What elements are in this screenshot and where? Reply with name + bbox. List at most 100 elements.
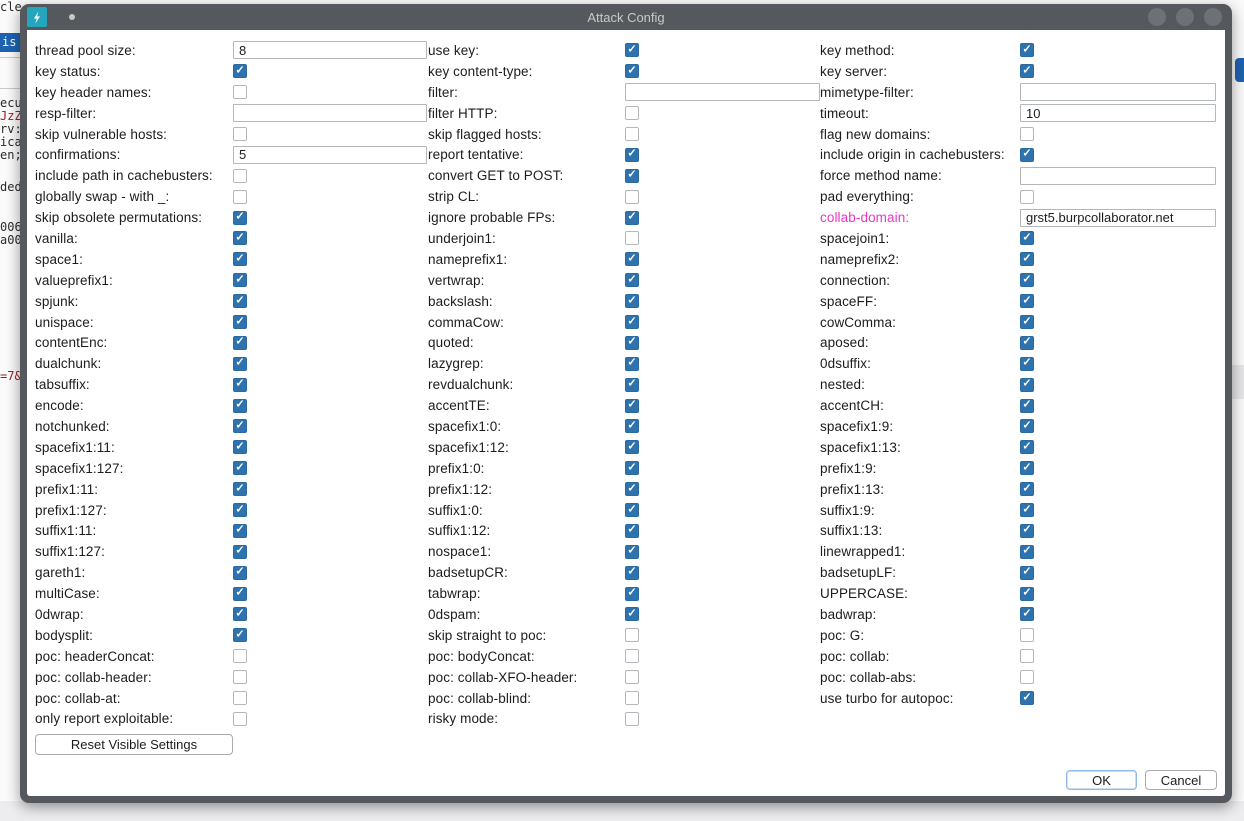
filter-http-checkbox[interactable] bbox=[625, 106, 639, 120]
resp-filter-input[interactable] bbox=[233, 104, 427, 122]
only-report-exploitable-checkbox[interactable] bbox=[233, 712, 247, 726]
vertwrap-checkbox[interactable] bbox=[625, 273, 639, 287]
suffix1-127-checkbox[interactable] bbox=[233, 545, 247, 559]
spjunk-checkbox[interactable] bbox=[233, 294, 247, 308]
key-status-checkbox[interactable] bbox=[233, 64, 247, 78]
risky-mode-checkbox[interactable] bbox=[625, 712, 639, 726]
filter-input[interactable] bbox=[625, 83, 820, 101]
tabwrap-checkbox[interactable] bbox=[625, 587, 639, 601]
prefix1-0-checkbox[interactable] bbox=[625, 461, 639, 475]
space1-checkbox[interactable] bbox=[233, 252, 247, 266]
collab-domain-input[interactable] bbox=[1020, 209, 1216, 227]
badsetupcr-checkbox[interactable] bbox=[625, 566, 639, 580]
report-tentative-checkbox[interactable] bbox=[625, 148, 639, 162]
timeout-input[interactable] bbox=[1020, 104, 1216, 122]
poc-collab-at-checkbox[interactable] bbox=[233, 691, 247, 705]
key-content-type-checkbox[interactable] bbox=[625, 64, 639, 78]
suffix1-11-checkbox[interactable] bbox=[233, 524, 247, 538]
flag-new-domains-checkbox[interactable] bbox=[1020, 127, 1034, 141]
suffix1-9-checkbox[interactable] bbox=[1020, 503, 1034, 517]
poc-headerconcat-checkbox[interactable] bbox=[233, 649, 247, 663]
force-method-name-input[interactable] bbox=[1020, 167, 1216, 185]
nameprefix1-checkbox[interactable] bbox=[625, 252, 639, 266]
nested-checkbox[interactable] bbox=[1020, 378, 1034, 392]
nameprefix2-checkbox[interactable] bbox=[1020, 252, 1034, 266]
backslash-checkbox[interactable] bbox=[625, 294, 639, 308]
use-key-checkbox[interactable] bbox=[625, 43, 639, 57]
quoted-checkbox[interactable] bbox=[625, 336, 639, 350]
mimetype-filter-input[interactable] bbox=[1020, 83, 1216, 101]
poc-collab-xfo-header-checkbox[interactable] bbox=[625, 670, 639, 684]
skip-flagged-hosts-checkbox[interactable] bbox=[625, 127, 639, 141]
connection-checkbox[interactable] bbox=[1020, 273, 1034, 287]
confirmations-input[interactable] bbox=[233, 146, 427, 164]
poc-collab-checkbox[interactable] bbox=[1020, 649, 1034, 663]
underjoin1-checkbox[interactable] bbox=[625, 231, 639, 245]
valueprefix1-checkbox[interactable] bbox=[233, 273, 247, 287]
accentch-checkbox[interactable] bbox=[1020, 399, 1034, 413]
aposed-checkbox[interactable] bbox=[1020, 336, 1034, 350]
include-origin-in-cachebusters-checkbox[interactable] bbox=[1020, 148, 1034, 162]
thread-pool-size-input[interactable] bbox=[233, 41, 427, 59]
key-server-checkbox[interactable] bbox=[1020, 64, 1034, 78]
badsetuplf-checkbox[interactable] bbox=[1020, 566, 1034, 580]
accentte-checkbox[interactable] bbox=[625, 399, 639, 413]
uppercase-checkbox[interactable] bbox=[1020, 587, 1034, 601]
0dspam-checkbox[interactable] bbox=[625, 607, 639, 621]
key-header-names-checkbox[interactable] bbox=[233, 85, 247, 99]
key-method-checkbox[interactable] bbox=[1020, 43, 1034, 57]
include-path-in-cachebusters-checkbox[interactable] bbox=[233, 169, 247, 183]
poc-g-checkbox[interactable] bbox=[1020, 628, 1034, 642]
notchunked-checkbox[interactable] bbox=[233, 419, 247, 433]
contentenc-checkbox[interactable] bbox=[233, 336, 247, 350]
linewrapped1-checkbox[interactable] bbox=[1020, 545, 1034, 559]
lazygrep-checkbox[interactable] bbox=[625, 357, 639, 371]
spacefix1-12-checkbox[interactable] bbox=[625, 440, 639, 454]
ok-button[interactable]: OK bbox=[1066, 770, 1137, 790]
suffix1-12-checkbox[interactable] bbox=[625, 524, 639, 538]
poc-collab-blind-checkbox[interactable] bbox=[625, 691, 639, 705]
prefix1-12-checkbox[interactable] bbox=[625, 482, 639, 496]
spacefix1-127-checkbox[interactable] bbox=[233, 461, 247, 475]
nospace1-checkbox[interactable] bbox=[625, 545, 639, 559]
0dwrap-checkbox[interactable] bbox=[233, 607, 247, 621]
vanilla-checkbox[interactable] bbox=[233, 231, 247, 245]
cancel-button[interactable]: Cancel bbox=[1145, 770, 1217, 790]
globally-swap-with-checkbox[interactable] bbox=[233, 190, 247, 204]
spacefix1-0-checkbox[interactable] bbox=[625, 419, 639, 433]
close-button[interactable] bbox=[1204, 8, 1222, 26]
multicase-checkbox[interactable] bbox=[233, 587, 247, 601]
0dsuffix-checkbox[interactable] bbox=[1020, 357, 1034, 371]
dualchunk-checkbox[interactable] bbox=[233, 357, 247, 371]
cowcomma-checkbox[interactable] bbox=[1020, 315, 1034, 329]
maximize-button[interactable] bbox=[1176, 8, 1194, 26]
tabsuffix-checkbox[interactable] bbox=[233, 378, 247, 392]
prefix1-9-checkbox[interactable] bbox=[1020, 461, 1034, 475]
prefix1-11-checkbox[interactable] bbox=[233, 482, 247, 496]
revdualchunk-checkbox[interactable] bbox=[625, 378, 639, 392]
unispace-checkbox[interactable] bbox=[233, 315, 247, 329]
prefix1-13-checkbox[interactable] bbox=[1020, 482, 1034, 496]
poc-bodyconcat-checkbox[interactable] bbox=[625, 649, 639, 663]
suffix1-13-checkbox[interactable] bbox=[1020, 524, 1034, 538]
skip-vulnerable-hosts-checkbox[interactable] bbox=[233, 127, 247, 141]
dialog-titlebar[interactable]: Attack Config bbox=[20, 4, 1232, 30]
minimize-button[interactable] bbox=[1148, 8, 1166, 26]
encode-checkbox[interactable] bbox=[233, 399, 247, 413]
spacefix1-13-checkbox[interactable] bbox=[1020, 440, 1034, 454]
pad-everything-checkbox[interactable] bbox=[1020, 190, 1034, 204]
gareth1-checkbox[interactable] bbox=[233, 566, 247, 580]
bodysplit-checkbox[interactable] bbox=[233, 628, 247, 642]
ignore-probable-fps-checkbox[interactable] bbox=[625, 211, 639, 225]
strip-cl-checkbox[interactable] bbox=[625, 190, 639, 204]
spacejoin1-checkbox[interactable] bbox=[1020, 231, 1034, 245]
skip-obsolete-permutations-checkbox[interactable] bbox=[233, 211, 247, 225]
poc-collab-header-checkbox[interactable] bbox=[233, 670, 247, 684]
poc-collab-abs-checkbox[interactable] bbox=[1020, 670, 1034, 684]
convert-get-to-post-checkbox[interactable] bbox=[625, 169, 639, 183]
spaceff-checkbox[interactable] bbox=[1020, 294, 1034, 308]
spacefix1-11-checkbox[interactable] bbox=[233, 440, 247, 454]
spacefix1-9-checkbox[interactable] bbox=[1020, 419, 1034, 433]
skip-straight-to-poc-checkbox[interactable] bbox=[625, 628, 639, 642]
reset-visible-settings-button[interactable]: Reset Visible Settings bbox=[35, 734, 233, 755]
